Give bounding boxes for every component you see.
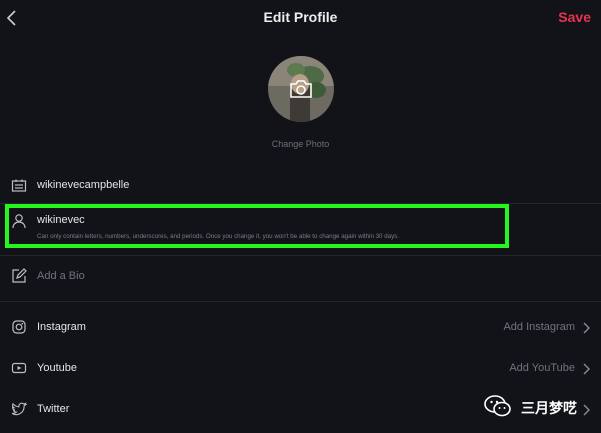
- add-youtube-link[interactable]: Add YouTube: [509, 362, 575, 374]
- top-bar: Edit Profile Save: [0, 0, 601, 36]
- avatar[interactable]: [268, 56, 334, 122]
- name-field[interactable]: wikinevecampbelle: [0, 170, 601, 202]
- divider: [0, 301, 601, 302]
- bio-placeholder: Add a Bio: [37, 270, 85, 282]
- chevron-right-icon: [583, 363, 590, 375]
- wechat-icon: [484, 395, 511, 417]
- youtube-label: Youtube: [37, 362, 77, 374]
- chevron-right-icon: [583, 404, 590, 416]
- instagram-icon: [12, 320, 26, 334]
- add-instagram-link[interactable]: Add Instagram: [503, 321, 575, 333]
- instagram-label: Instagram: [37, 321, 86, 333]
- camera-icon: [290, 80, 312, 98]
- instagram-row[interactable]: Instagram Add Instagram: [0, 312, 601, 344]
- divider: [0, 255, 601, 256]
- highlight-box: [5, 204, 509, 248]
- twitter-icon: [11, 402, 27, 416]
- twitter-label: Twitter: [37, 403, 70, 415]
- chevron-right-icon: [583, 322, 590, 334]
- page-title: Edit Profile: [263, 9, 338, 25]
- edit-icon: [12, 268, 27, 283]
- youtube-icon: [11, 362, 27, 374]
- change-photo-link[interactable]: Change Photo: [0, 139, 601, 149]
- watermark-text: 三月梦呓: [521, 400, 577, 416]
- youtube-row[interactable]: Youtube Add YouTube: [0, 353, 601, 385]
- save-button[interactable]: Save: [558, 9, 591, 25]
- name-value: wikinevecampbelle: [37, 179, 130, 191]
- id-card-icon: [11, 179, 27, 192]
- bio-field[interactable]: Add a Bio: [0, 261, 601, 293]
